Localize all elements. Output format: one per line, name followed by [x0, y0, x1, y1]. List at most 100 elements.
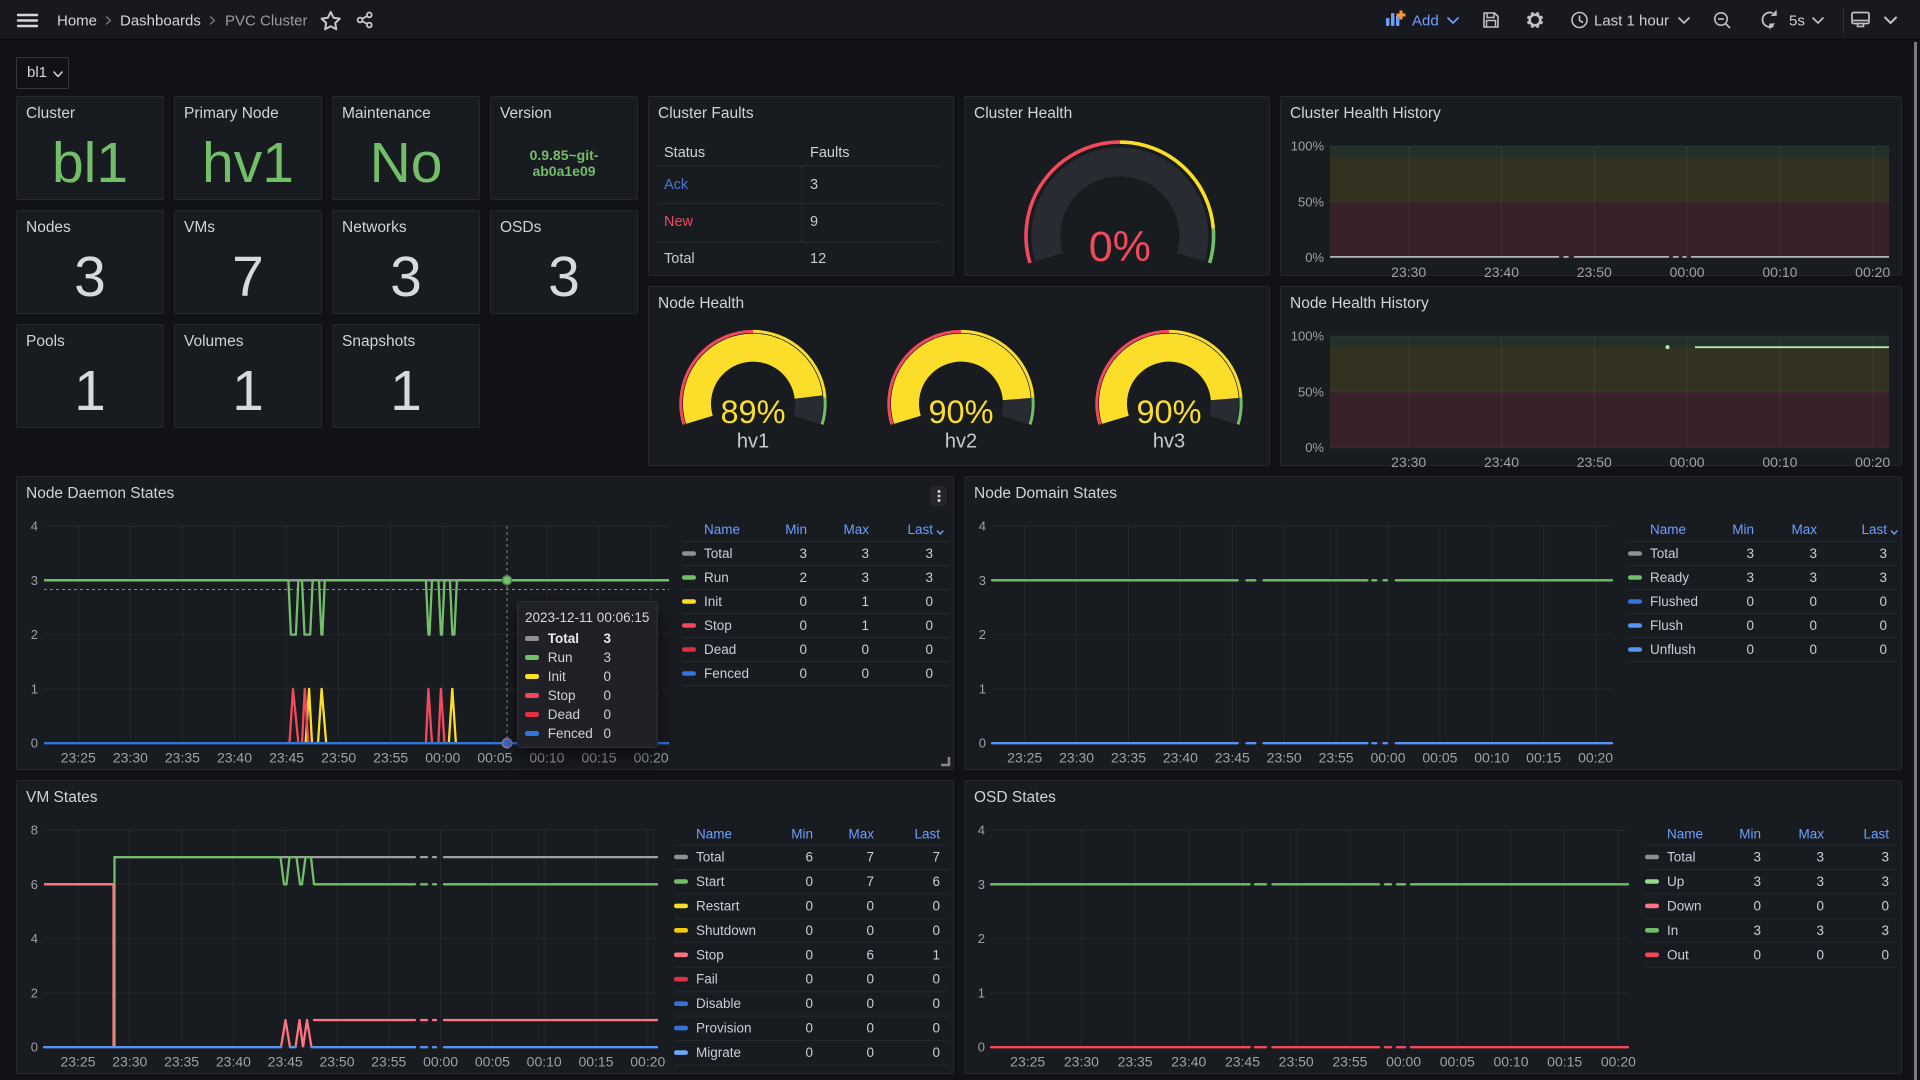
- svg-text:00:05: 00:05: [1440, 1054, 1475, 1070]
- svg-text:Total: Total: [704, 546, 733, 561]
- svg-text:0: 0: [925, 666, 933, 681]
- svg-text:Ready: Ready: [1650, 570, 1689, 585]
- svg-text:0: 0: [932, 1045, 940, 1060]
- svg-text:Min: Min: [785, 522, 807, 537]
- svg-text:0: 0: [925, 594, 933, 609]
- svg-text:Start: Start: [696, 874, 725, 889]
- svg-text:7: 7: [932, 850, 940, 865]
- svg-text:0: 0: [805, 947, 813, 962]
- svg-text:Max: Max: [843, 522, 869, 537]
- svg-text:3: 3: [1881, 850, 1889, 865]
- svg-text:23:35: 23:35: [1111, 750, 1146, 766]
- svg-text:23:55: 23:55: [371, 1054, 406, 1070]
- svg-text:3: 3: [925, 570, 933, 585]
- svg-text:00:00: 00:00: [425, 750, 460, 766]
- svg-text:3: 3: [1881, 874, 1889, 889]
- svg-text:2: 2: [978, 931, 985, 946]
- svg-text:0: 0: [861, 666, 869, 681]
- svg-text:00:00: 00:00: [1670, 264, 1705, 277]
- svg-text:Disable: Disable: [696, 996, 741, 1011]
- svg-text:3: 3: [799, 546, 807, 561]
- svg-text:hv1: hv1: [737, 431, 769, 453]
- svg-text:Max: Max: [1798, 827, 1824, 842]
- svg-text:Name: Name: [696, 827, 732, 842]
- svg-text:90%: 90%: [1136, 394, 1201, 430]
- svg-text:23:40: 23:40: [216, 1054, 251, 1070]
- svg-text:23:30: 23:30: [1059, 750, 1094, 766]
- svg-text:23:50: 23:50: [319, 1054, 354, 1070]
- svg-text:0%: 0%: [1089, 223, 1151, 271]
- svg-text:23:50: 23:50: [1577, 454, 1612, 467]
- svg-text:0: 0: [1746, 618, 1754, 633]
- svg-text:23:25: 23:25: [1010, 1054, 1045, 1070]
- svg-text:0: 0: [1879, 618, 1887, 633]
- svg-text:2: 2: [799, 570, 807, 585]
- svg-text:Max: Max: [1791, 522, 1817, 537]
- svg-text:2: 2: [31, 627, 38, 642]
- svg-text:Min: Min: [791, 827, 813, 842]
- svg-text:Dead: Dead: [704, 642, 736, 657]
- svg-text:3: 3: [925, 546, 933, 561]
- svg-text:0: 0: [1879, 642, 1887, 657]
- svg-text:00:05: 00:05: [475, 1054, 510, 1070]
- svg-text:0: 0: [978, 1040, 985, 1055]
- svg-text:Name: Name: [1650, 522, 1686, 537]
- svg-text:4: 4: [31, 519, 38, 534]
- svg-text:00:00: 00:00: [423, 1054, 458, 1070]
- svg-text:0: 0: [1753, 898, 1761, 913]
- svg-text:00:00: 00:00: [1370, 750, 1405, 766]
- svg-text:Fail: Fail: [696, 972, 718, 987]
- svg-text:Faults: Faults: [810, 145, 850, 161]
- svg-text:23:50: 23:50: [1279, 1054, 1314, 1070]
- svg-text:Stop: Stop: [696, 947, 724, 962]
- svg-text:3: 3: [1753, 923, 1761, 938]
- svg-text:0: 0: [1809, 618, 1817, 633]
- svg-text:23:35: 23:35: [164, 1054, 199, 1070]
- svg-text:0: 0: [805, 1021, 813, 1036]
- svg-text:0: 0: [1816, 898, 1824, 913]
- svg-text:23:30: 23:30: [1064, 1054, 1099, 1070]
- svg-text:0: 0: [866, 898, 874, 913]
- svg-text:3: 3: [1879, 546, 1887, 561]
- svg-text:0: 0: [805, 874, 813, 889]
- svg-text:Dashboards: Dashboards: [120, 13, 201, 30]
- svg-text:00:20: 00:20: [1601, 1054, 1636, 1070]
- svg-text:3: 3: [979, 573, 986, 588]
- svg-text:00:15: 00:15: [1547, 1054, 1582, 1070]
- svg-text:0: 0: [1816, 947, 1824, 962]
- svg-text:3: 3: [1753, 874, 1761, 889]
- svg-text:5s: 5s: [1789, 13, 1805, 30]
- svg-text:0: 0: [1753, 947, 1761, 962]
- svg-text:0: 0: [1809, 642, 1817, 657]
- svg-text:Restart: Restart: [696, 898, 740, 913]
- svg-text:50%: 50%: [1298, 194, 1324, 209]
- svg-text:0: 0: [805, 923, 813, 938]
- svg-text:3: 3: [1753, 850, 1761, 865]
- svg-text:23:25: 23:25: [61, 750, 96, 766]
- svg-text:00:15: 00:15: [1526, 750, 1561, 766]
- svg-text:0: 0: [861, 642, 869, 657]
- svg-text:00:20: 00:20: [634, 750, 669, 766]
- svg-text:23:40: 23:40: [1484, 264, 1519, 277]
- svg-text:100%: 100%: [1291, 139, 1325, 154]
- svg-text:3: 3: [1746, 570, 1754, 585]
- svg-text:50%: 50%: [1298, 384, 1324, 399]
- svg-text:3: 3: [861, 546, 869, 561]
- svg-text:Down: Down: [1667, 898, 1702, 913]
- svg-text:1: 1: [979, 681, 986, 696]
- svg-text:23:30: 23:30: [1391, 454, 1426, 467]
- svg-text:Total: Total: [664, 251, 695, 267]
- svg-text:Home: Home: [57, 13, 97, 30]
- svg-text:Min: Min: [1739, 827, 1761, 842]
- svg-text:23:35: 23:35: [1118, 1054, 1153, 1070]
- svg-text:00:00: 00:00: [1670, 454, 1705, 467]
- svg-text:Status: Status: [664, 145, 705, 161]
- svg-text:3: 3: [1879, 570, 1887, 585]
- svg-text:00:10: 00:10: [527, 1054, 562, 1070]
- svg-text:Out: Out: [1667, 947, 1689, 962]
- svg-text:Last: Last: [1861, 522, 1887, 537]
- svg-text:89%: 89%: [720, 394, 785, 430]
- svg-text:12: 12: [810, 251, 826, 267]
- svg-text:23:45: 23:45: [1225, 1054, 1260, 1070]
- svg-text:3: 3: [31, 573, 38, 588]
